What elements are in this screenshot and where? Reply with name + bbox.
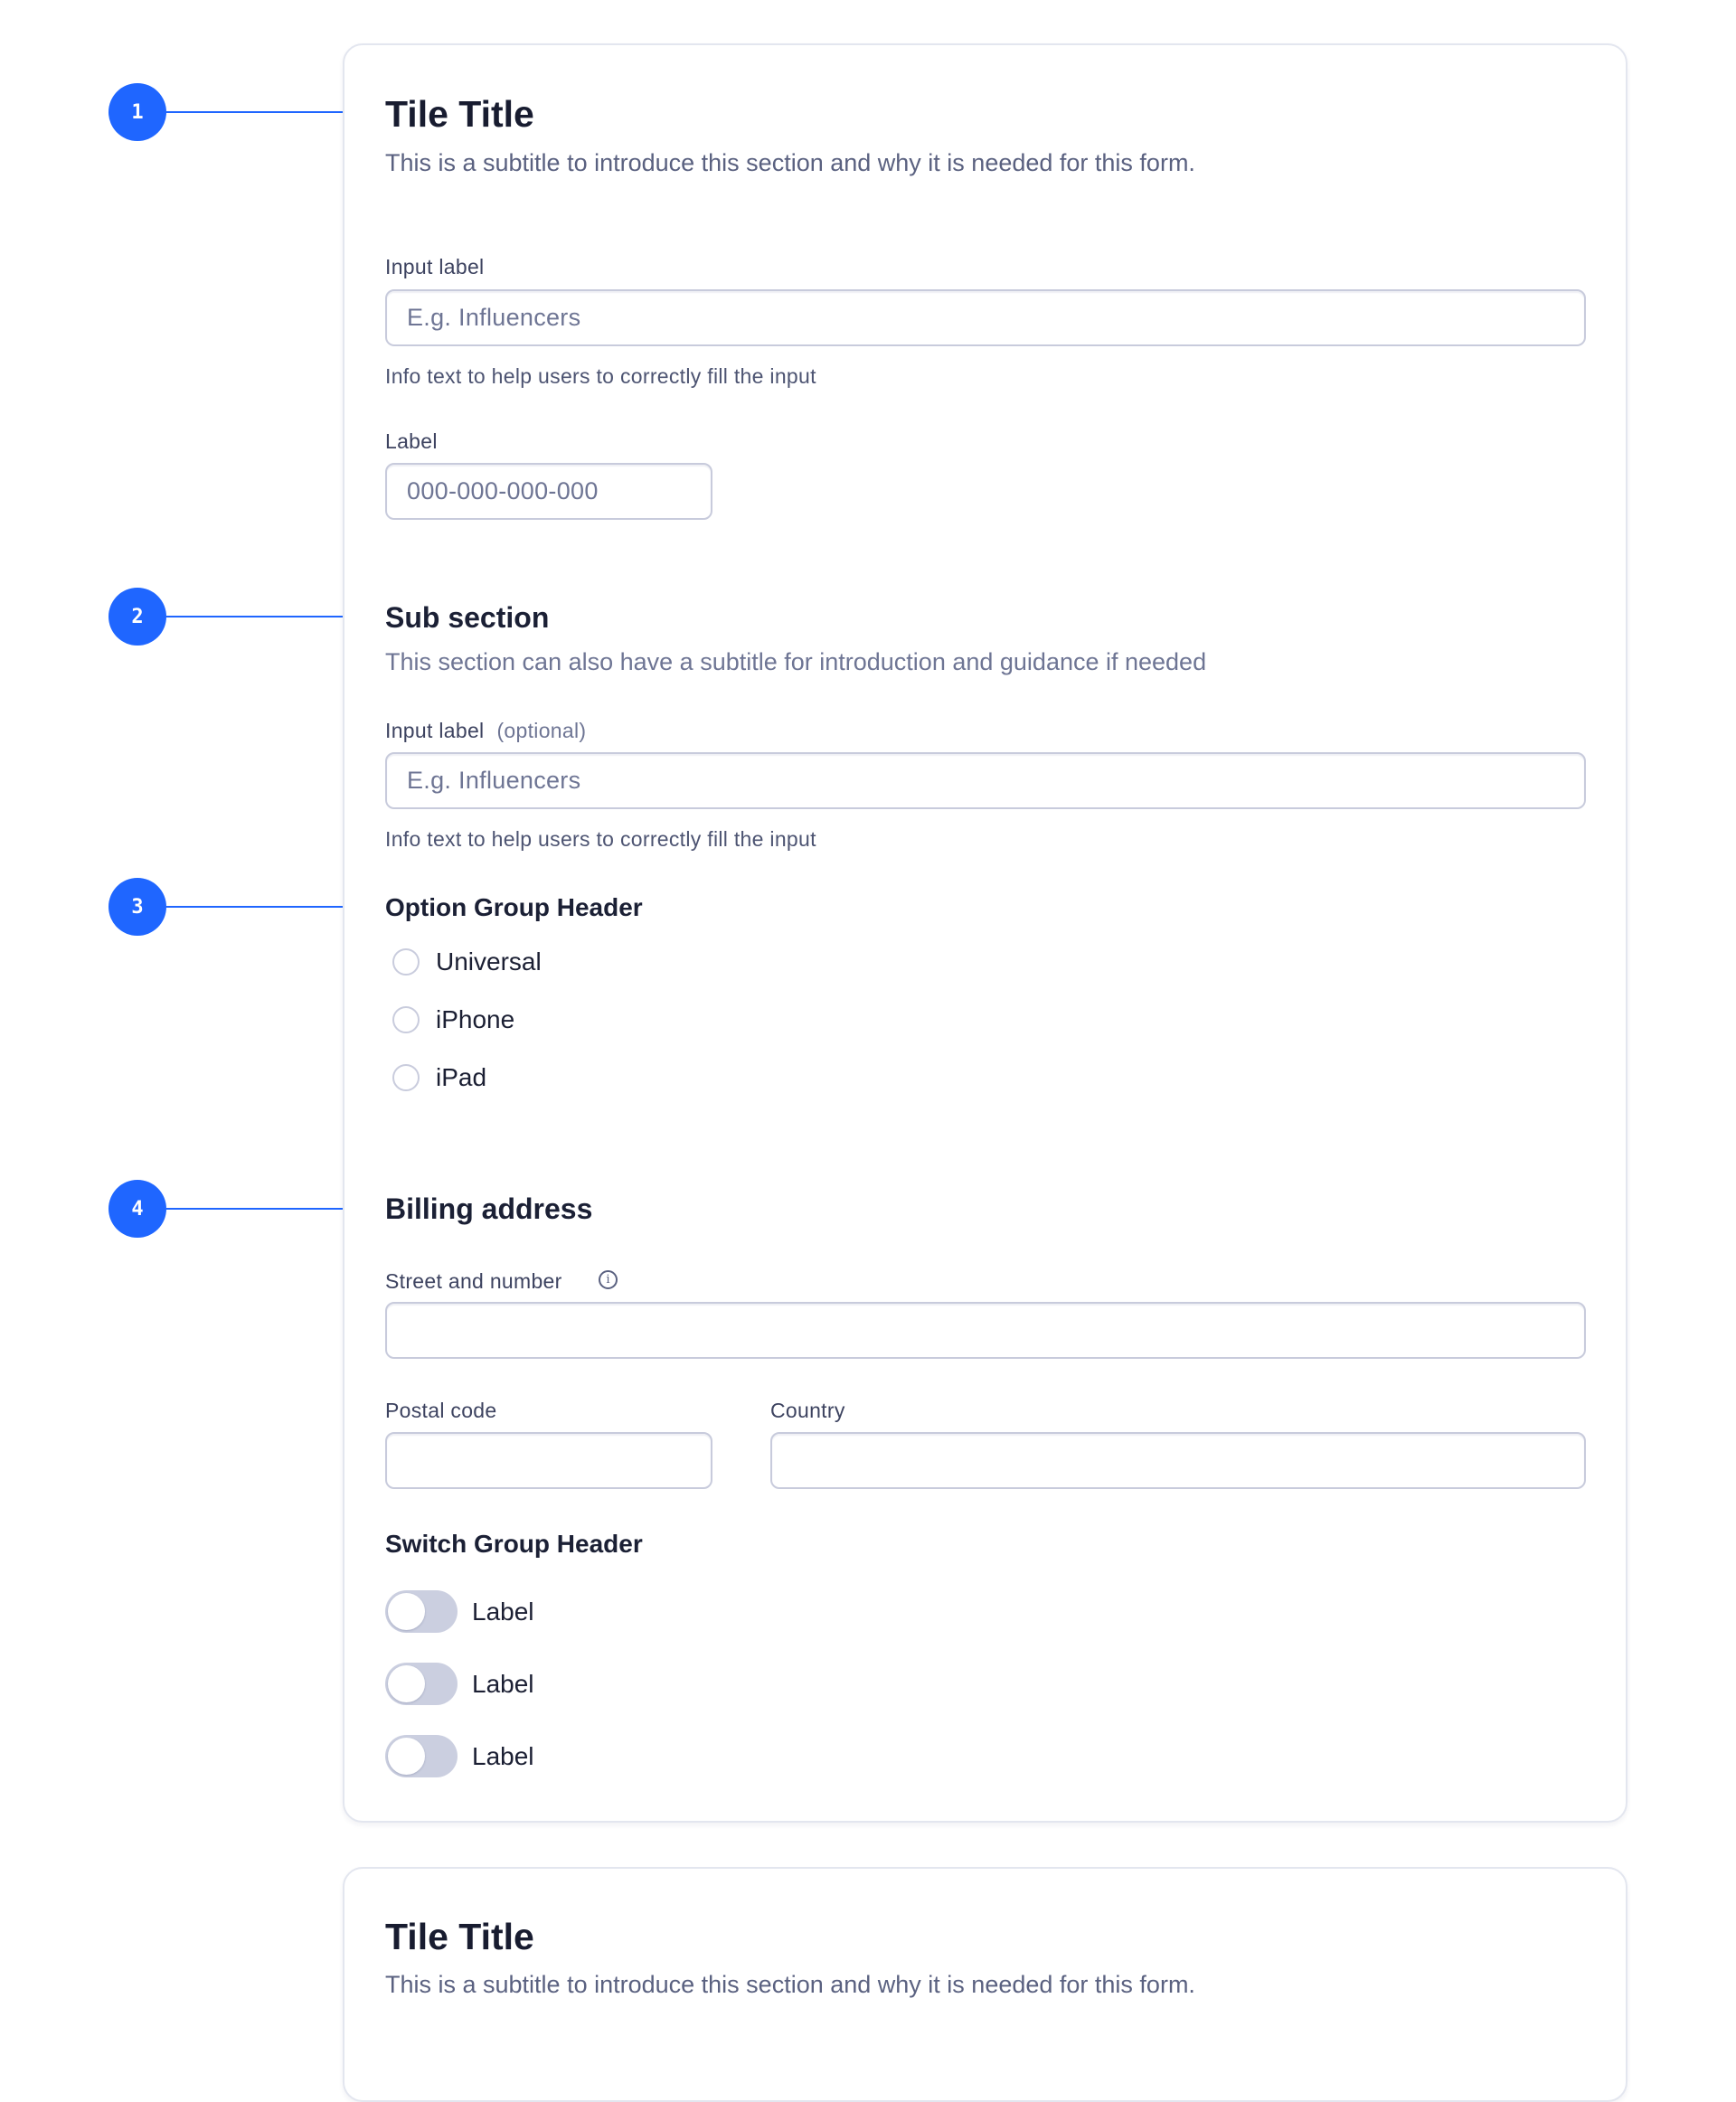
toggle-knob [388,1665,425,1702]
info-icon[interactable]: i [599,1270,618,1289]
number-input[interactable]: 000-000-000-000 [385,463,712,520]
toggle-label-1: Label [472,1598,534,1626]
toggle-label-3: Label [472,1742,534,1770]
annotation-badge-1: 1 [108,83,166,141]
annotation-connector-2 [166,616,360,617]
input-label: Input label [385,255,485,278]
radio-iphone[interactable] [392,1006,420,1033]
toggle-label-2: Label [472,1670,534,1698]
text-input[interactable]: E.g. Influencers [385,289,1586,346]
toggle-switch-3[interactable] [385,1735,458,1777]
optional-tag: (optional) [496,719,587,742]
toggle-switch-1[interactable] [385,1590,458,1633]
billing-address-title: Billing address [385,1192,593,1225]
tile-title-2: Tile Title [385,1916,534,1957]
street-label: Street and number [385,1269,562,1293]
radio-ipad[interactable] [392,1064,420,1091]
postal-code-input[interactable] [385,1432,712,1489]
toggle-switch-2[interactable] [385,1663,458,1705]
tile-subtitle-2: This is a subtitle to introduce this sec… [385,1971,1195,1998]
optional-input-label-text: Input label [385,719,485,742]
annotation-connector-1 [166,111,360,113]
annotation-badge-4: 4 [108,1180,166,1238]
radio-label-ipad[interactable]: iPad [436,1065,486,1090]
annotation-connector-4 [166,1208,360,1210]
radio-label-iphone[interactable]: iPhone [436,1007,514,1032]
number-label: Label [385,429,438,453]
street-input[interactable] [385,1302,1586,1359]
tile-title: Tile Title [385,93,534,135]
toggle-knob [388,1593,425,1630]
optional-text-input[interactable]: E.g. Influencers [385,752,1586,809]
optional-info-text: Info text to help users to correctly fil… [385,827,816,851]
radio-universal[interactable] [392,948,420,976]
info-text: Info text to help users to correctly fil… [385,364,816,388]
subsection-subtitle: This section can also have a subtitle fo… [385,648,1207,675]
annotation-badge-3: 3 [108,878,166,936]
subsection-title: Sub section [385,601,550,634]
optional-input-label: Input label (optional) [385,721,586,741]
annotation-connector-3 [166,906,360,908]
country-input[interactable] [770,1432,1586,1489]
annotation-badge-2: 2 [108,588,166,646]
tile-subtitle: This is a subtitle to introduce this sec… [385,149,1195,176]
option-group-header: Option Group Header [385,893,643,921]
switch-group-header: Switch Group Header [385,1530,643,1558]
country-label: Country [770,1399,845,1422]
toggle-knob [388,1738,425,1775]
radio-label-universal[interactable]: Universal [436,949,542,975]
postal-code-label: Postal code [385,1399,497,1422]
